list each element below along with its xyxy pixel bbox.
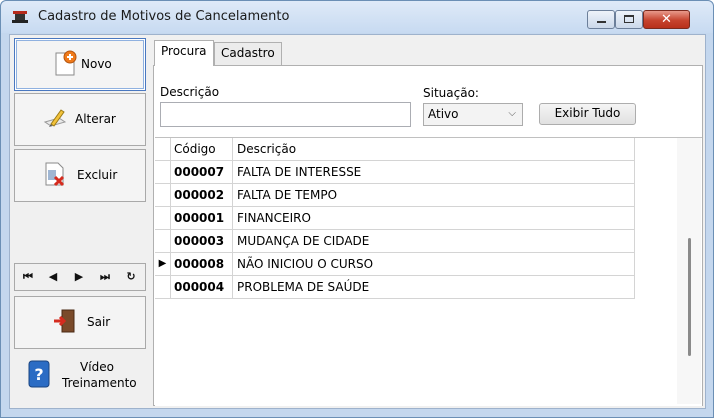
row-indicator — [155, 230, 171, 252]
descricao-cell: NÃO INICIOU O CURSO — [234, 253, 635, 275]
excluir-label: Excluir — [77, 168, 118, 182]
row-indicator — [155, 161, 171, 183]
table-row[interactable]: 000003 MUDANÇA DE CIDADE — [155, 230, 635, 253]
situacao-select[interactable]: Ativo ⌵ — [423, 103, 523, 126]
descricao-cell: FALTA DE INTERESSE — [234, 161, 635, 183]
edit-pencil-icon — [43, 109, 67, 127]
row-indicator — [155, 184, 171, 206]
descricao-input[interactable] — [160, 102, 411, 127]
row-indicator — [155, 276, 171, 298]
main-panel: Procura Cadastro Descrição Situação: Ati… — [153, 40, 703, 406]
title-bar[interactable]: Cadastro de Motivos de Cancelamento ✕ — [1, 1, 713, 33]
video-training-button[interactable]: ? Vídeo Treinamento — [14, 351, 146, 399]
refresh-icon[interactable]: ↻ — [123, 270, 139, 284]
minimize-button[interactable] — [587, 10, 615, 29]
app-icon — [12, 11, 28, 23]
descricao-cell: FALTA DE TEMPO — [234, 184, 635, 206]
indicator-header — [155, 138, 171, 160]
codigo-cell: 000002 — [171, 184, 233, 206]
window-title: Cadastro de Motivos de Cancelamento — [38, 9, 290, 24]
table-row[interactable]: 000007 FALTA DE INTERESSE — [155, 161, 635, 184]
results-grid: Código Descrição 000007 FALTA DE INTERESS… — [155, 137, 702, 406]
codigo-cell: 000004 — [171, 276, 233, 298]
video-label-line1: Vídeo — [80, 360, 114, 374]
next-record-icon[interactable]: ▶ — [71, 270, 87, 284]
minimize-icon — [597, 21, 606, 23]
client-area: Novo Alterar Excluir ⏮ ◀ ▶ ⏭ ↻ Sair ? Ví… — [9, 34, 706, 409]
descricao-cell: PROBLEMA DE SAÚDE — [234, 276, 635, 298]
excluir-button[interactable]: Excluir — [14, 149, 146, 202]
delete-document-icon — [45, 162, 65, 187]
exibir-tudo-button[interactable]: Exibir Tudo — [539, 103, 636, 125]
prev-record-icon[interactable]: ◀ — [45, 270, 61, 284]
record-navigator: ⏮ ◀ ▶ ⏭ ↻ — [14, 263, 146, 291]
help-book-icon: ? — [28, 360, 50, 388]
table-row[interactable]: 000002 FALTA DE TEMPO — [155, 184, 635, 207]
novo-button[interactable]: Novo — [14, 38, 146, 91]
first-record-icon[interactable]: ⏮ — [20, 270, 36, 284]
close-icon: ✕ — [661, 12, 672, 27]
video-label-line2: Treinamento — [62, 376, 137, 390]
exit-door-icon — [54, 309, 75, 333]
procura-panel: Descrição Situação: Ativo ⌵ Exibir Tudo … — [153, 65, 703, 406]
table-row[interactable]: ▶ 000008 NÃO INICIOU O CURSO — [155, 253, 635, 276]
action-sidebar: Novo Alterar Excluir ⏮ ◀ ▶ ⏭ ↻ Sair ? Ví… — [10, 35, 149, 408]
chevron-down-icon: ⌵ — [508, 108, 516, 119]
maximize-button[interactable] — [615, 10, 643, 29]
scrollbar-thumb[interactable] — [688, 238, 691, 356]
maximize-icon — [624, 15, 634, 23]
last-record-icon[interactable]: ⏭ — [97, 270, 113, 284]
sair-button[interactable]: Sair — [14, 296, 146, 349]
codigo-cell: 000001 — [171, 207, 233, 229]
alterar-button[interactable]: Alterar — [14, 93, 146, 146]
vertical-scrollbar[interactable] — [677, 138, 701, 404]
situacao-label: Situação: — [423, 86, 479, 100]
new-document-icon — [55, 50, 77, 76]
column-header-codigo[interactable]: Código — [171, 138, 233, 160]
close-button[interactable]: ✕ — [643, 10, 690, 29]
app-window: Cadastro de Motivos de Cancelamento ✕ No… — [0, 0, 714, 418]
descricao-cell: FINANCEIRO — [234, 207, 635, 229]
novo-label: Novo — [81, 57, 112, 71]
tab-procura[interactable]: Procura — [154, 40, 214, 66]
svg-text:?: ? — [34, 365, 43, 384]
table-row[interactable]: 000004 PROBLEMA DE SAÚDE — [155, 276, 635, 299]
codigo-cell: 000003 — [171, 230, 233, 252]
descricao-cell: MUDANÇA DE CIDADE — [234, 230, 635, 252]
column-header-descricao[interactable]: Descrição — [234, 138, 635, 160]
descricao-label: Descrição — [160, 85, 220, 99]
row-indicator — [155, 207, 171, 229]
codigo-cell: 000008 — [171, 253, 233, 275]
table-row[interactable]: 000001 FINANCEIRO — [155, 207, 635, 230]
codigo-cell: 000007 — [171, 161, 233, 183]
tab-cadastro[interactable]: Cadastro — [214, 42, 282, 65]
current-row-indicator-icon: ▶ — [155, 253, 171, 275]
sair-label: Sair — [87, 315, 111, 329]
grid-header: Código Descrição — [155, 138, 635, 161]
situacao-value: Ativo — [428, 107, 459, 121]
alterar-label: Alterar — [75, 112, 116, 126]
